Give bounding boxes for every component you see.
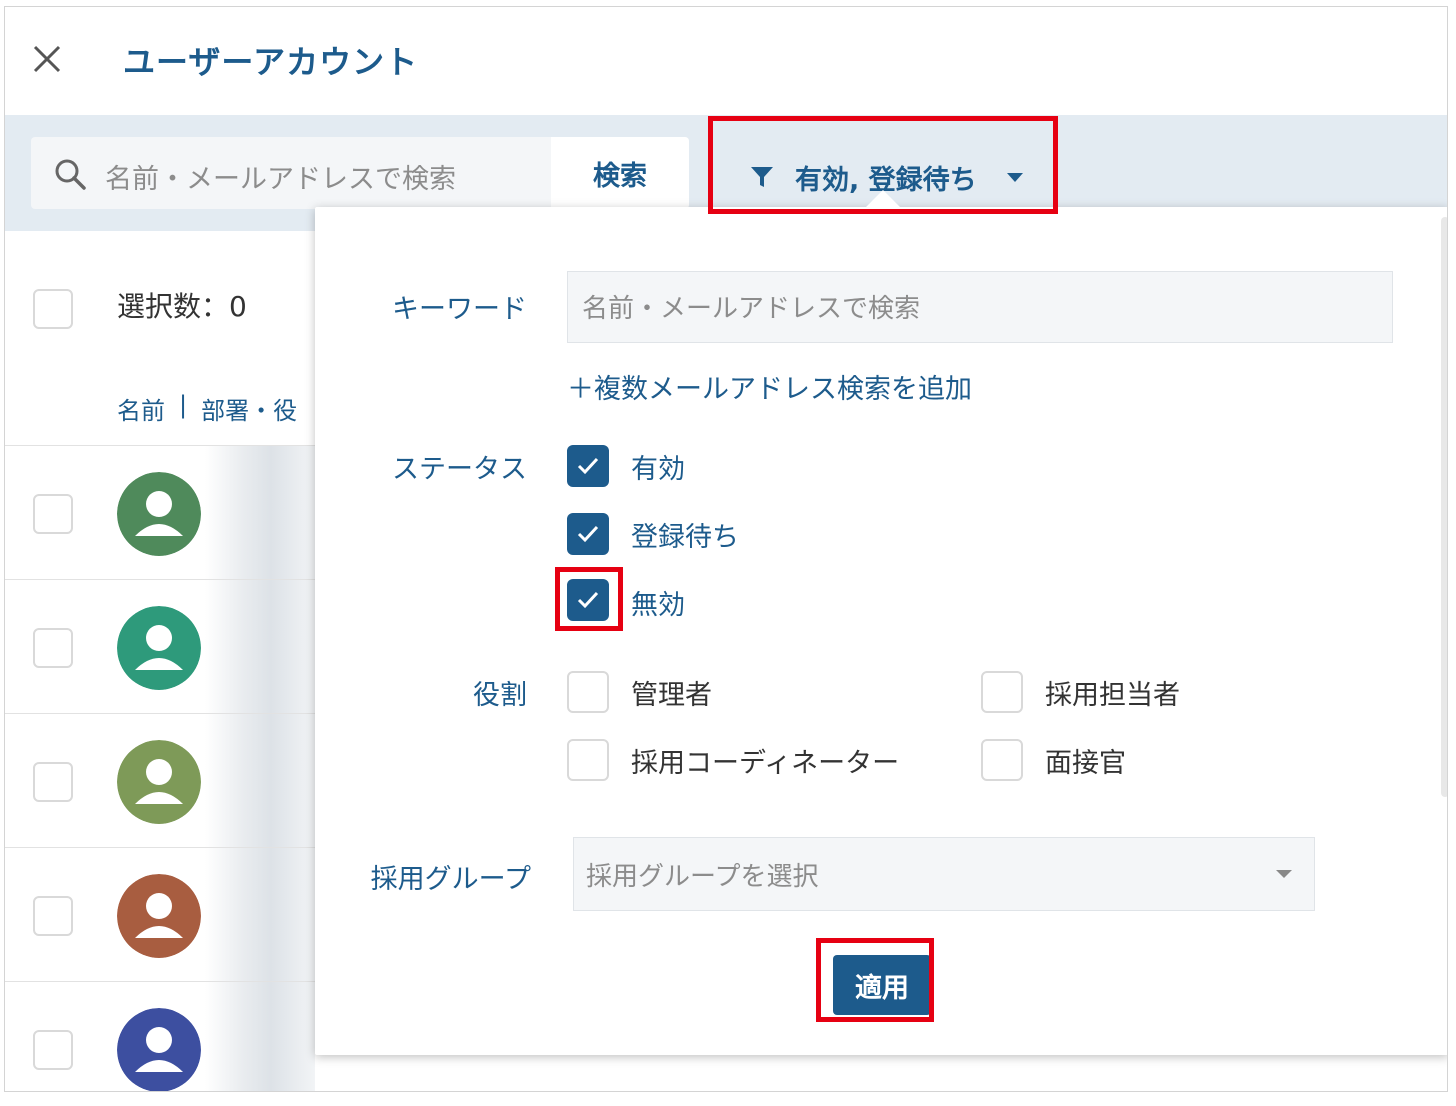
role-label: 役割 bbox=[473, 680, 527, 711]
blurred-content bbox=[205, 580, 315, 714]
scrollbar[interactable] bbox=[1441, 217, 1447, 797]
blurred-content bbox=[205, 982, 315, 1091]
search-button[interactable]: 検索 bbox=[551, 137, 689, 209]
page-title: ユーザーアカウント bbox=[123, 43, 419, 81]
row-checkbox[interactable] bbox=[33, 494, 73, 534]
role-checkbox-recruiter[interactable] bbox=[981, 671, 1023, 713]
highlight-box bbox=[816, 938, 934, 1022]
chevron-down-icon bbox=[1276, 870, 1292, 878]
column-separator: | bbox=[179, 391, 188, 419]
blurred-content bbox=[205, 446, 315, 580]
selection-count: 選択数：0 bbox=[117, 290, 247, 323]
checkmark-icon bbox=[577, 525, 599, 543]
filter-panel: キーワード 名前・メールアドレスで検索 ＋複数メールアドレス検索を追加 ステータ… bbox=[315, 190, 1447, 1055]
status-label-active: 有効 bbox=[631, 454, 685, 485]
row-checkbox[interactable] bbox=[33, 762, 73, 802]
group-select-placeholder: 採用グループを選択 bbox=[586, 862, 819, 892]
row-checkbox[interactable] bbox=[33, 896, 73, 936]
blurred-content bbox=[205, 848, 315, 982]
role-label-admin: 管理者 bbox=[631, 680, 712, 711]
blurred-content bbox=[205, 714, 315, 848]
highlight-box bbox=[555, 567, 623, 631]
role-label-interviewer: 面接官 bbox=[1045, 748, 1126, 779]
status-checkbox-active[interactable] bbox=[567, 445, 609, 487]
role-checkbox-admin[interactable] bbox=[567, 671, 609, 713]
checkmark-icon bbox=[577, 457, 599, 475]
keyword-label: キーワード bbox=[392, 294, 527, 325]
avatar bbox=[117, 874, 201, 958]
status-checkbox-pending[interactable] bbox=[567, 513, 609, 555]
close-icon[interactable] bbox=[31, 43, 63, 75]
role-label-coordinator: 採用コーディネーター bbox=[631, 748, 900, 779]
status-label-disabled: 無効 bbox=[631, 590, 685, 621]
select-all-checkbox[interactable] bbox=[33, 289, 73, 329]
avatar bbox=[117, 1008, 201, 1091]
status-label-pending: 登録待ち bbox=[631, 522, 739, 553]
search-icon bbox=[55, 159, 86, 190]
avatar bbox=[117, 472, 201, 556]
status-label: ステータス bbox=[392, 454, 527, 485]
group-select[interactable]: 採用グループを選択 bbox=[573, 837, 1315, 911]
role-label-recruiter: 採用担当者 bbox=[1045, 680, 1180, 711]
avatar bbox=[117, 606, 201, 690]
highlight-box bbox=[708, 116, 1058, 214]
avatar bbox=[117, 740, 201, 824]
keyword-input[interactable]: 名前・メールアドレスで検索 bbox=[567, 271, 1393, 343]
add-multi-email-link[interactable]: ＋複数メールアドレス検索を追加 bbox=[567, 367, 972, 406]
role-checkbox-interviewer[interactable] bbox=[981, 739, 1023, 781]
search-placeholder: 名前・メールアドレスで検索 bbox=[105, 164, 456, 195]
role-checkbox-coordinator[interactable] bbox=[567, 739, 609, 781]
row-checkbox[interactable] bbox=[33, 1030, 73, 1070]
search-input[interactable]: 名前・メールアドレスで検索 bbox=[31, 137, 551, 209]
column-header-name[interactable]: 名前 bbox=[117, 391, 165, 426]
group-label: 採用グループ bbox=[370, 864, 531, 895]
column-header-department[interactable]: 部署・役 bbox=[201, 391, 297, 426]
row-checkbox[interactable] bbox=[33, 628, 73, 668]
header: ユーザーアカウント bbox=[5, 7, 1447, 115]
column-headers: 名前 | 部署・役 bbox=[117, 391, 297, 426]
